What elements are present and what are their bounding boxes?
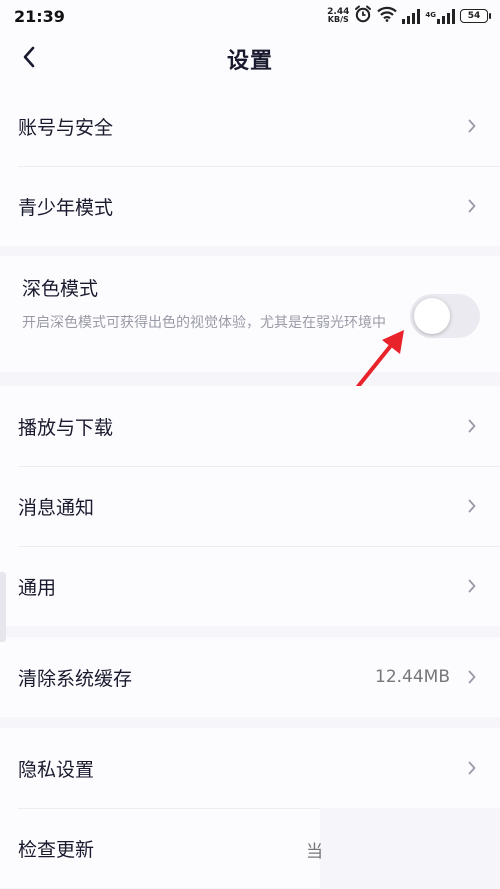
network-speed-unit: KB/S	[327, 15, 349, 24]
wifi-icon	[377, 6, 398, 26]
settings-item-label: 青少年模式	[18, 196, 114, 219]
cropped-overlay: 当	[306, 808, 500, 889]
settings-item-playback-download[interactable]: 播放与下载	[0, 386, 500, 466]
settings-item-notifications[interactable]: 消息通知	[0, 466, 500, 546]
chevron-right-icon	[468, 670, 478, 684]
chevron-right-icon	[468, 761, 478, 775]
chevron-right-icon	[468, 419, 478, 433]
settings-item-account-security[interactable]: 账号与安全	[0, 86, 500, 166]
chevron-right-icon	[468, 199, 478, 213]
settings-item-teen-mode[interactable]: 青少年模式	[0, 166, 500, 246]
battery-level: 54	[467, 11, 481, 21]
status-icons: 2.44 KB/S 4G 54	[327, 5, 491, 27]
chevron-right-icon	[468, 579, 478, 593]
chevron-left-icon	[23, 46, 35, 68]
network-type: 4G	[425, 10, 436, 19]
chevron-right-icon	[468, 499, 478, 513]
page-header: 设置	[0, 32, 500, 86]
back-button[interactable]	[14, 42, 44, 72]
network-speed: 2.44 KB/S	[327, 8, 349, 24]
cache-size-value: 12.44MB	[375, 667, 450, 687]
settings-item-label: 播放与下载	[18, 416, 114, 439]
settings-item-label: 消息通知	[18, 496, 95, 519]
dark-mode-toggle[interactable]	[410, 294, 480, 338]
settings-item-general[interactable]: 通用	[0, 546, 500, 626]
signal-icon	[402, 8, 421, 24]
settings-item-privacy[interactable]: 隐私设置	[0, 728, 500, 808]
edge-swipe-handle[interactable]	[0, 572, 6, 642]
toggle-knob	[414, 298, 450, 334]
settings-item-label: 隐私设置	[18, 758, 95, 781]
settings-group-media: 播放与下载 消息通知 通用	[0, 386, 500, 626]
settings-group-cache: 清除系统缓存 12.44MB	[0, 637, 500, 717]
settings-group-account: 账号与安全 青少年模式	[0, 86, 500, 246]
signal-4g-icon: 4G	[425, 8, 455, 24]
page-title: 设置	[226, 49, 273, 74]
settings-item-dark-mode: 深色模式 开启深色模式可获得出色的视觉体验，尤其是在弱光环境中	[0, 256, 500, 372]
settings-item-label: 清除系统缓存	[18, 667, 133, 690]
status-time: 21:39	[14, 6, 65, 26]
settings-item-label: 检查更新	[18, 838, 95, 861]
status-bar: 21:39 2.44 KB/S 4G 54	[0, 0, 500, 32]
settings-item-label: 账号与安全	[18, 116, 114, 139]
chevron-right-icon	[468, 119, 478, 133]
alarm-icon	[354, 5, 372, 27]
settings-item-label: 通用	[18, 576, 57, 599]
settings-group-dark-mode: 深色模式 开启深色模式可获得出色的视觉体验，尤其是在弱光环境中	[0, 256, 500, 372]
battery-icon: 54	[460, 9, 491, 23]
settings-item-clear-cache[interactable]: 清除系统缓存 12.44MB	[0, 637, 500, 717]
dark-mode-description: 开启深色模式可获得出色的视觉体验，尤其是在弱光环境中	[22, 315, 386, 331]
update-value-fragment: 当	[306, 842, 323, 862]
